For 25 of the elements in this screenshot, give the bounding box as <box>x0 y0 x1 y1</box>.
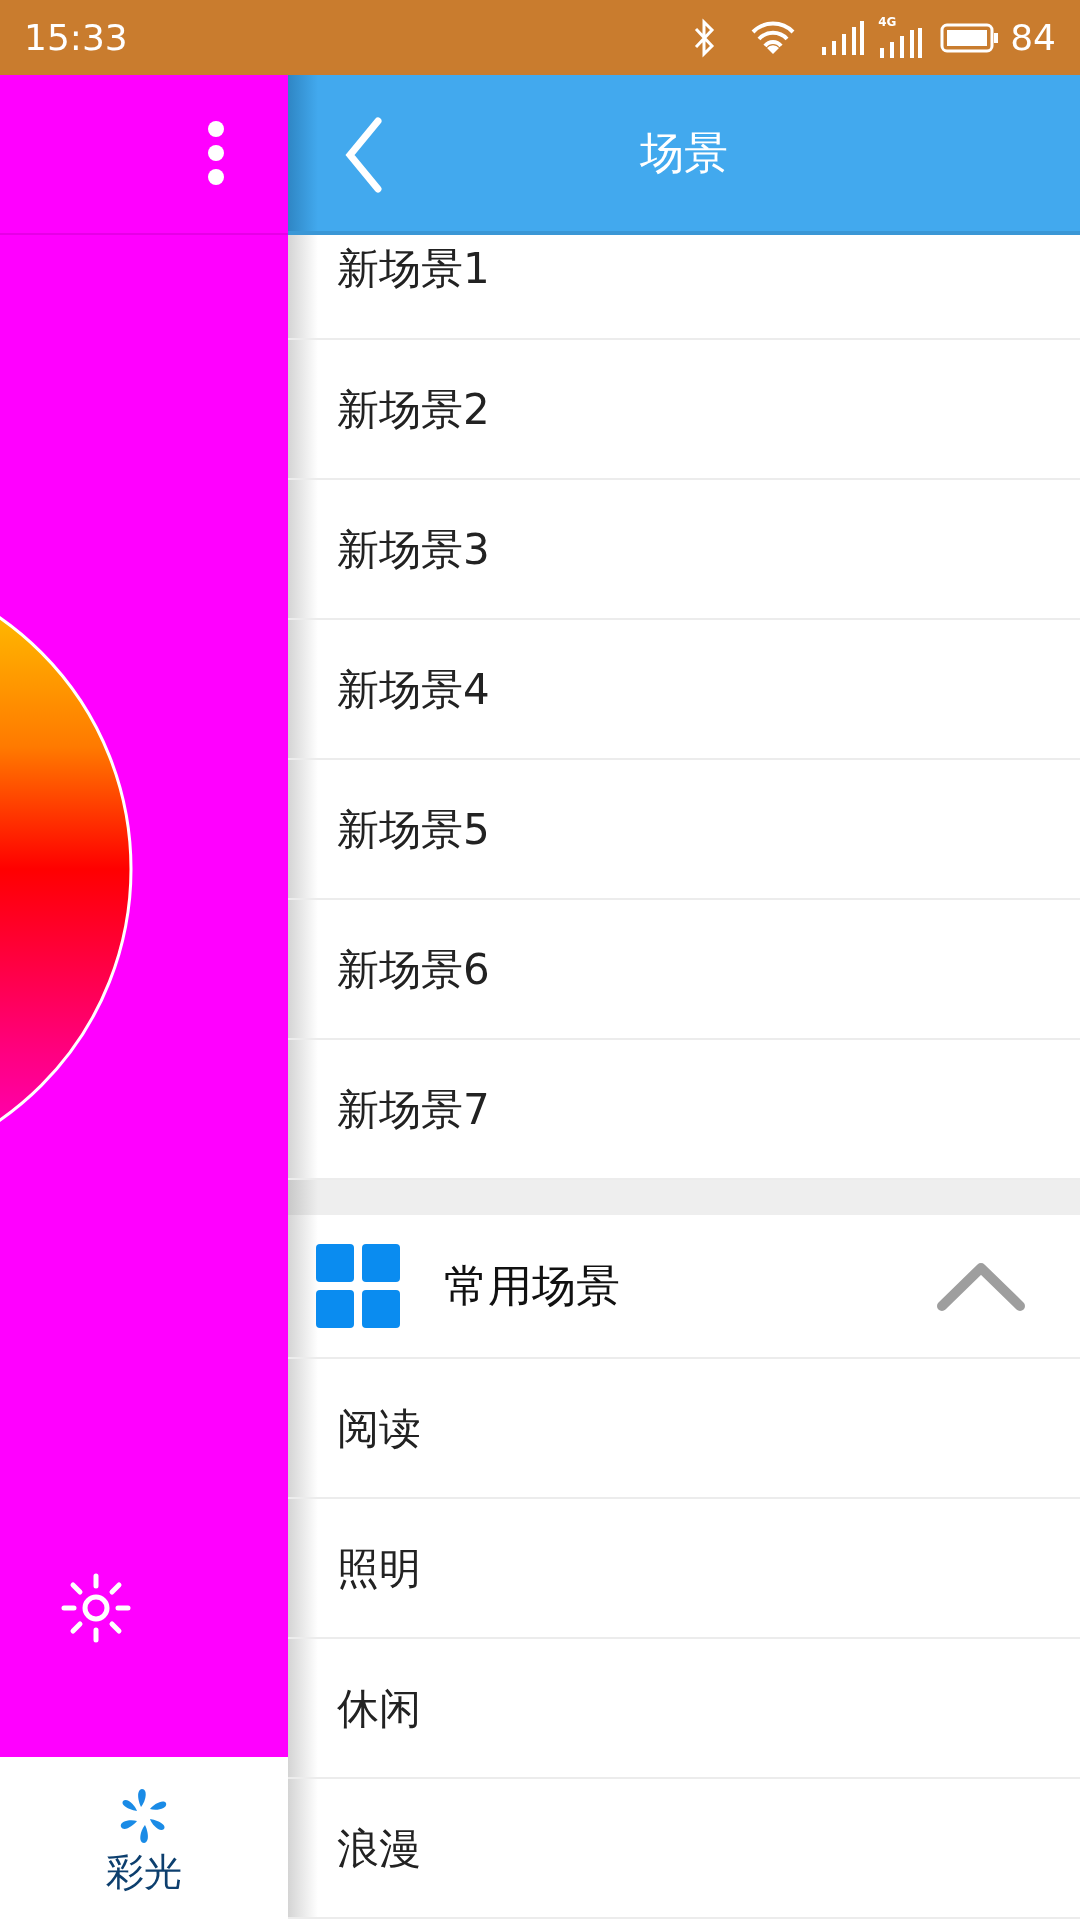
battery-icon <box>940 22 1001 53</box>
scene-item[interactable]: 新场景1 <box>288 235 1080 340</box>
header-title: 场景 <box>640 126 728 180</box>
signal-icon <box>820 20 865 55</box>
battery-level: 84 <box>1010 15 1056 60</box>
scene-item[interactable]: 阅读 <box>288 1359 1080 1499</box>
brightness-icon[interactable] <box>60 1572 132 1644</box>
scene-item[interactable]: 照明 <box>288 1499 1080 1639</box>
section-header[interactable]: 常用场景 <box>288 1215 1080 1359</box>
network-type: 4G <box>878 15 897 28</box>
signal-icon <box>878 27 923 58</box>
scene-item[interactable]: 新场景7 <box>288 1040 1080 1180</box>
scene-item[interactable]: 新场景5 <box>288 760 1080 900</box>
more-icon[interactable] <box>206 120 226 186</box>
scene-item[interactable]: 新场景2 <box>288 340 1080 480</box>
scene-item[interactable]: 休闲 <box>288 1639 1080 1779</box>
scene-item[interactable]: 新场景6 <box>288 900 1080 1040</box>
scene-item[interactable]: 浪漫 <box>288 1779 1080 1919</box>
status-time: 15:33 <box>24 15 128 60</box>
wifi-icon <box>750 19 797 56</box>
back-icon[interactable] <box>344 117 384 193</box>
scene-item[interactable]: 新场景4 <box>288 620 1080 760</box>
scene-item[interactable]: 新场景3 <box>288 480 1080 620</box>
bluetooth-icon <box>692 17 717 58</box>
grid-icon <box>316 1244 400 1328</box>
